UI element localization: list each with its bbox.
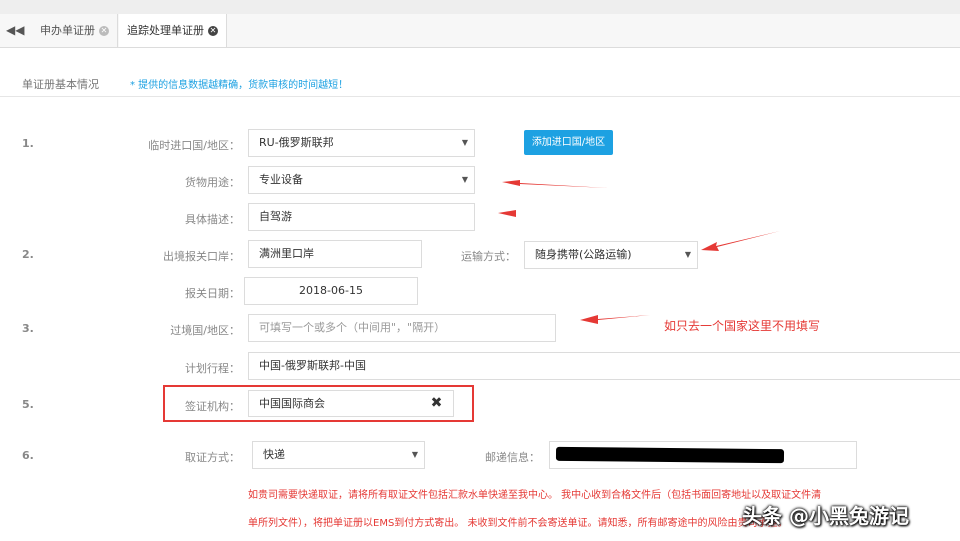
annotation-arrows [498,180,780,324]
arrow-transport [701,231,780,251]
arrow-purpose [502,180,608,188]
arrow-transit [580,315,650,324]
arrow-description [498,210,556,217]
watermark: 头条 @小黑兔游记 [742,504,909,528]
annotation-text: 如只去一个国家这里不用填写 [664,319,821,333]
